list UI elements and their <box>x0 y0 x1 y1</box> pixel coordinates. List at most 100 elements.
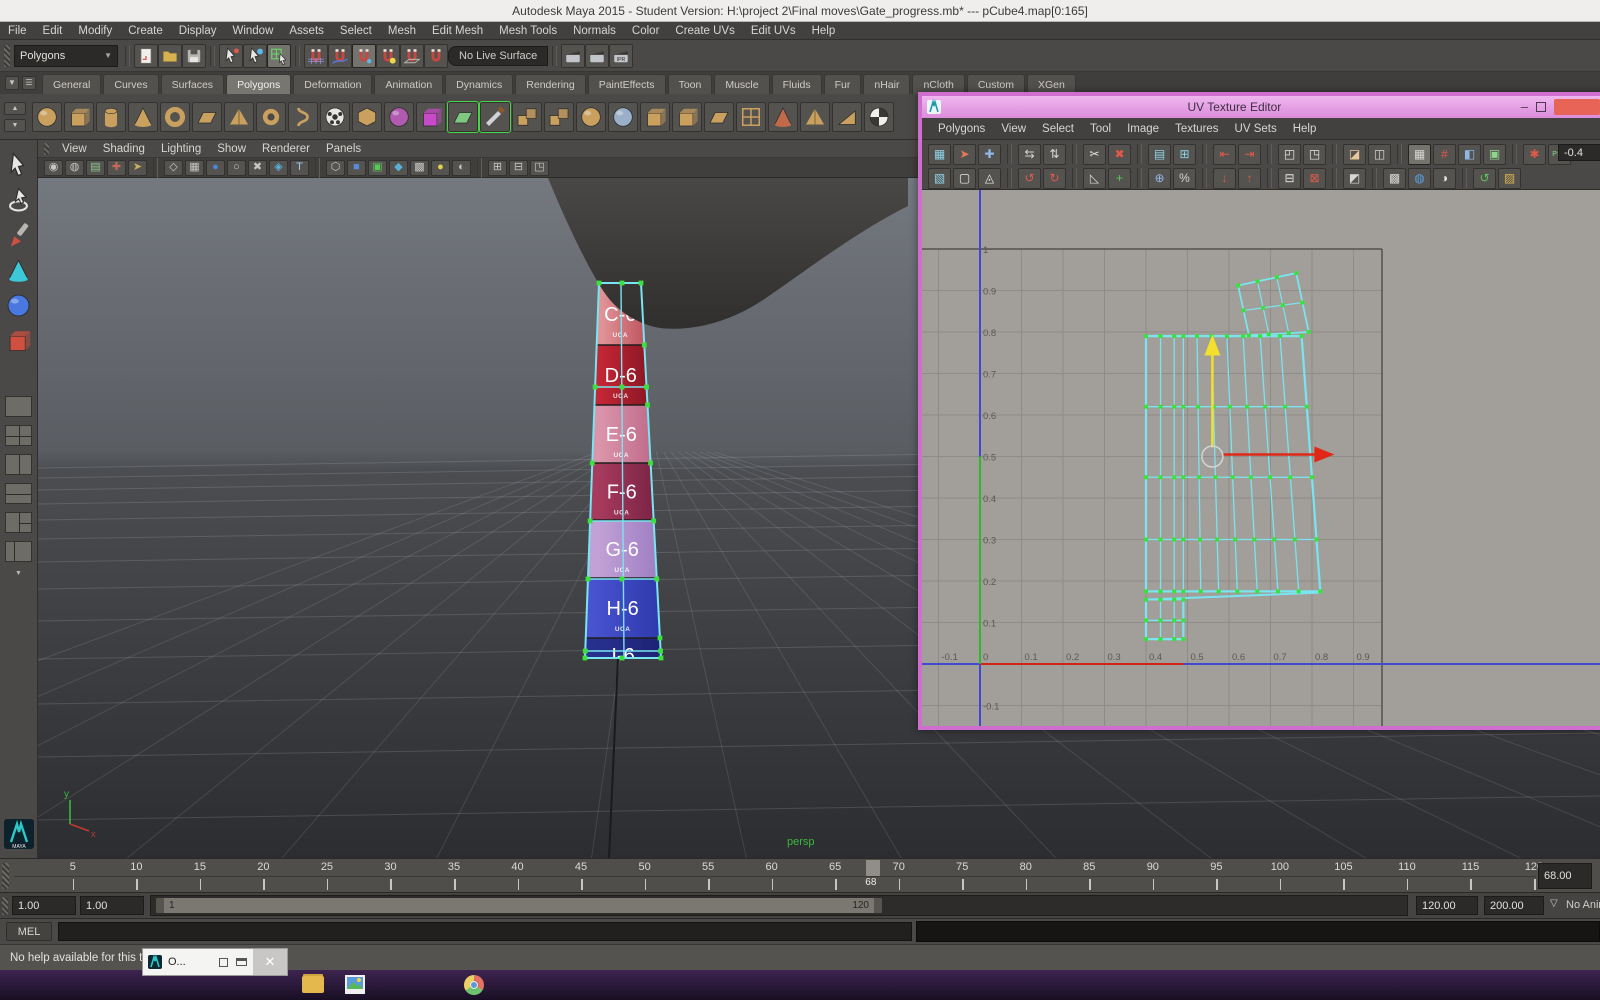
render-view-button[interactable] <box>561 43 586 68</box>
command-result-field[interactable] <box>916 921 1600 942</box>
time-slider[interactable]: 5 10 15 20 25 30 35 40 45 50 55 60 65 70 75 80 85 90 95 100… <box>0 858 1600 892</box>
refresh-uvs-button[interactable]: ↺ <box>1473 167 1496 189</box>
menu-select[interactable]: Select <box>1034 123 1082 135</box>
use-all-lights-button[interactable]: ◈ <box>269 159 288 176</box>
menu-color[interactable]: Color <box>624 25 667 37</box>
menu-assets[interactable]: Assets <box>281 25 332 37</box>
wireframe-mode-button[interactable]: ◇ <box>164 159 183 176</box>
current-time-field[interactable]: 68.00 <box>1538 863 1592 889</box>
shelf-uv-cube-projection[interactable] <box>416 101 446 132</box>
view-grid-button[interactable]: ▦ <box>1408 143 1431 165</box>
sew-uv-edges-button[interactable]: % <box>1173 167 1196 189</box>
folder-icon[interactable] <box>302 976 324 993</box>
playback-end-field[interactable]: 120.00 <box>1416 896 1478 915</box>
rgb-channels-button[interactable]: ◍ <box>1408 167 1431 189</box>
grid-toggle-button[interactable]: ▦ <box>185 159 204 176</box>
open-scene-button[interactable] <box>158 43 182 68</box>
snap-uvs-button[interactable]: ⊟ <box>1278 167 1301 189</box>
shelf-quad-draw-tool[interactable] <box>736 101 766 132</box>
menu-help[interactable]: Help <box>804 25 844 37</box>
isolate-select-button[interactable]: ⊞ <box>488 159 507 176</box>
shelf-poly-pyramid[interactable] <box>224 101 254 132</box>
shelf-poly-sphere[interactable] <box>32 101 62 132</box>
uv-smudge-tool[interactable]: ➤ <box>953 143 976 165</box>
menu-edit-mesh[interactable]: Edit Mesh <box>424 25 491 37</box>
spread-uvs-button[interactable]: ⊠ <box>1303 167 1326 189</box>
menu-panels[interactable]: Panels <box>318 143 369 155</box>
shelf-menu-button[interactable]: ☰ <box>22 76 36 90</box>
shelf-poly-cylinder[interactable] <box>96 101 126 132</box>
image-plane-button[interactable]: ▤ <box>86 159 105 176</box>
shelf-combine[interactable] <box>512 101 542 132</box>
anim-end-field[interactable]: 200.00 <box>1484 896 1544 915</box>
shelf-wedge-face[interactable] <box>832 101 862 132</box>
shelf-tab-fluids[interactable]: Fluids <box>771 74 822 94</box>
flip-image-button[interactable]: ◩ <box>1343 167 1366 189</box>
texture-borders-button[interactable]: ▣ <box>1483 143 1506 165</box>
move-and-sew-button[interactable]: ⊕ <box>1148 167 1171 189</box>
shelf-tab-general[interactable]: General <box>42 74 102 94</box>
menu-edit[interactable]: Edit <box>35 25 71 37</box>
render-current-frame-button[interactable] <box>585 43 610 68</box>
shelf-tab-menu-button[interactable]: ▼ <box>5 76 19 90</box>
snap-point-button[interactable] <box>352 43 376 68</box>
menu-lighting[interactable]: Lighting <box>153 143 209 155</box>
two-pane-stacked-layout-button[interactable] <box>5 483 32 504</box>
shelf-tab-muscle[interactable]: Muscle <box>714 74 770 94</box>
rotate-uvs-ccw-button[interactable]: ↺ <box>1018 167 1041 189</box>
shade-uvs-button[interactable]: ◧ <box>1458 143 1481 165</box>
toggle-checker-button[interactable]: ▩ <box>1383 167 1406 189</box>
anim-layer-dropdown-icon[interactable]: ▽ <box>1550 899 1558 909</box>
shelf-tab-toon[interactable]: Toon <box>667 74 713 94</box>
shelf-poly-soccer-ball[interactable] <box>320 101 350 132</box>
flip-u-button[interactable]: ⇆ <box>1018 143 1041 165</box>
menu-help[interactable]: Help <box>1285 123 1325 135</box>
menu-select[interactable]: Select <box>332 25 380 37</box>
shelf-tab-polygons[interactable]: Polygons <box>226 74 292 94</box>
flip-v-button[interactable]: ⇅ <box>1043 143 1066 165</box>
menu-modify[interactable]: Modify <box>70 25 120 37</box>
ipr-render-button[interactable]: IPR <box>609 43 634 68</box>
shelf-tab-curves[interactable]: Curves <box>103 74 159 94</box>
align-max-u-button[interactable]: ⇥ <box>1238 143 1261 165</box>
camera-attributes-button[interactable]: ◉ <box>44 159 63 176</box>
menu-mesh[interactable]: Mesh <box>380 25 424 37</box>
shelf-poly-platonic-solid[interactable] <box>352 101 382 132</box>
paint-effects-button[interactable]: ➤ <box>128 159 147 176</box>
lasso-tool[interactable] <box>5 187 32 214</box>
shelf-tab-surfaces[interactable]: Surfaces <box>160 74 225 94</box>
range-handle-right[interactable] <box>874 898 882 913</box>
playback-start-field[interactable]: 1.00 <box>12 896 76 915</box>
menu-create-uvs[interactable]: Create UVs <box>667 25 742 37</box>
menu-tool[interactable]: Tool <box>1082 123 1119 135</box>
range-slider-bar[interactable]: 1 120 <box>156 898 882 913</box>
three-pane-split-layout-button[interactable] <box>5 512 32 533</box>
select-hierarchy-button[interactable] <box>219 43 243 68</box>
make-live-button[interactable] <box>424 43 448 68</box>
new-scene-button[interactable] <box>134 43 158 68</box>
status-line-gripper[interactable] <box>4 44 10 67</box>
photos-icon[interactable] <box>344 974 366 995</box>
shelf-boolean-union[interactable] <box>576 101 606 132</box>
shelf-separate[interactable] <box>544 101 574 132</box>
xray-mode-button[interactable]: ✖ <box>248 159 267 176</box>
shelf-poly-cube[interactable] <box>64 101 94 132</box>
menu-view[interactable]: View <box>993 123 1034 135</box>
menu-show[interactable]: Show <box>209 143 254 155</box>
menu-window[interactable]: Window <box>224 25 281 37</box>
cut-uv-edges-button[interactable]: ✂ <box>1083 143 1106 165</box>
shelf-tab-ncloth[interactable]: nCloth <box>912 74 965 94</box>
shelf-bridge[interactable] <box>704 101 734 132</box>
select-component-button[interactable] <box>267 43 291 68</box>
relax-uvs-button[interactable]: + <box>1108 167 1131 189</box>
unitize-uvs-button[interactable]: ◳ <box>1303 143 1326 165</box>
bookmark-button[interactable]: ◍ <box>65 159 84 176</box>
shelf-tab-animation[interactable]: Animation <box>374 74 444 94</box>
restore-icon[interactable] <box>219 957 228 967</box>
shelf-checker-material[interactable] <box>864 101 894 132</box>
menu-renderer[interactable]: Renderer <box>254 143 318 155</box>
shelf-tab-custom[interactable]: Custom <box>966 74 1026 94</box>
command-line-language-button[interactable]: MEL <box>6 922 52 941</box>
shelf-multi-cut-tool[interactable] <box>479 100 511 133</box>
uv-coordinate-field[interactable]: -0.4 <box>1558 144 1600 161</box>
